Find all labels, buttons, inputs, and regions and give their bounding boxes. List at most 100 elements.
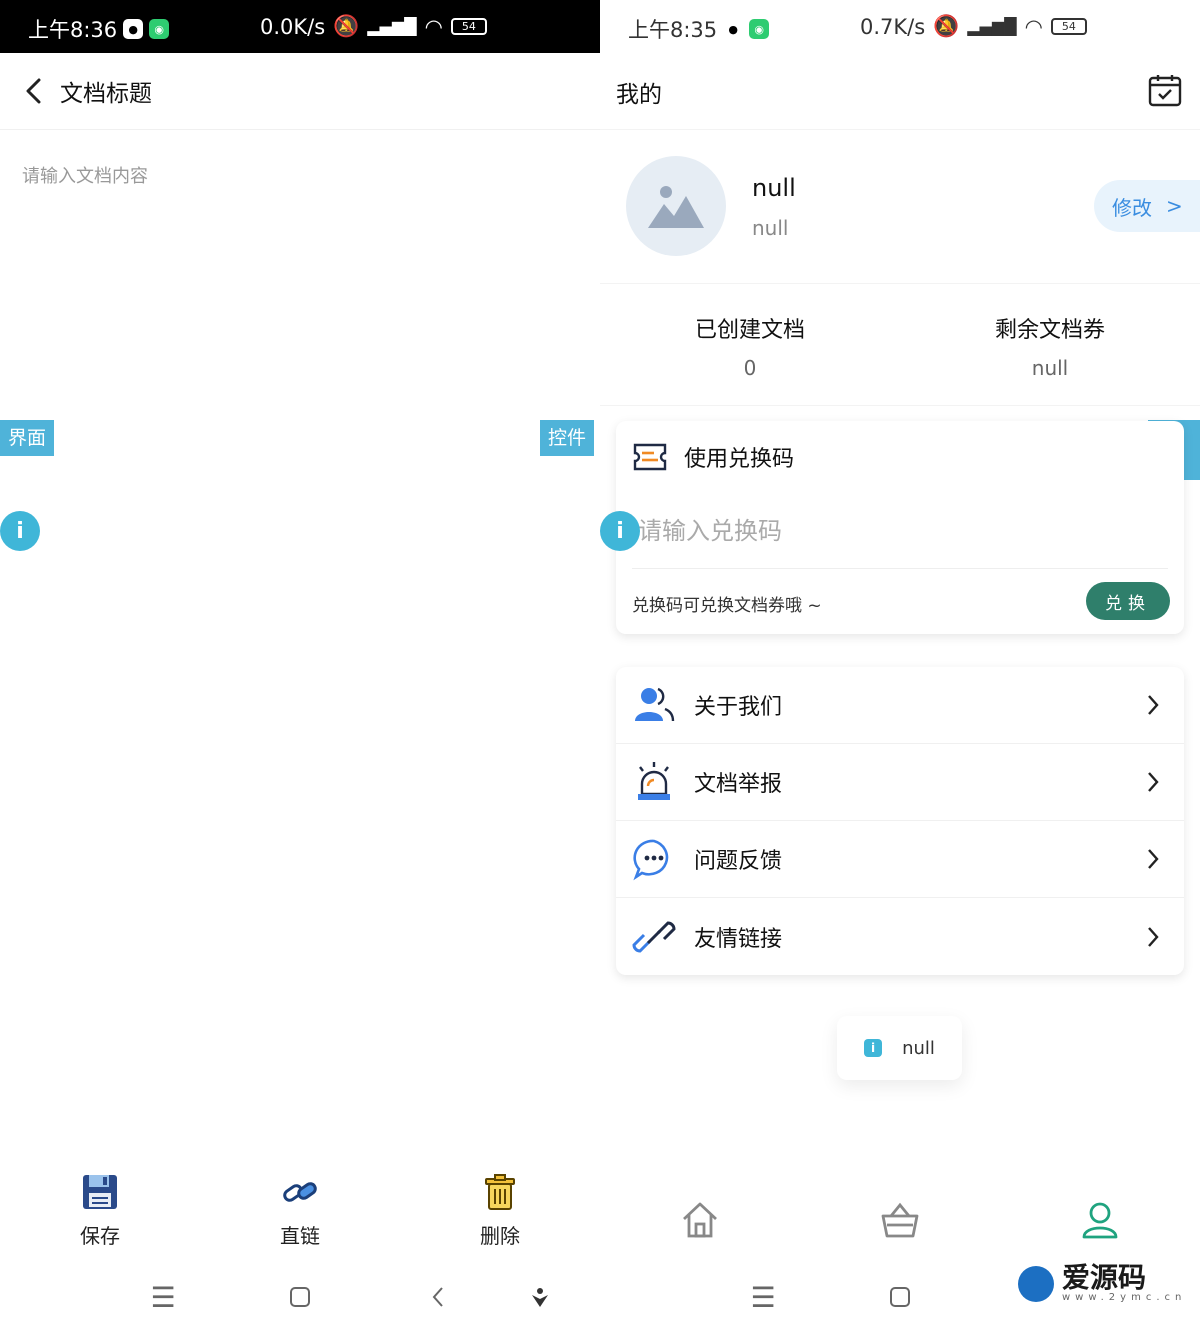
tab-home[interactable] [600, 1180, 800, 1260]
status-time: 上午8:36 [28, 18, 118, 42]
link-icon [283, 1182, 317, 1202]
user-icon [1082, 1202, 1118, 1239]
tab-profile[interactable] [1000, 1180, 1200, 1260]
save-button[interactable]: 保存 [0, 1172, 200, 1262]
stats-row: 已创建文档 0 剩余文档券 null [600, 284, 1200, 406]
status-time-group: 上午8:36 ● ◉ [28, 14, 170, 44]
chevron-right-icon [1148, 772, 1159, 792]
redeem-code-card: 使用兑换码 兑换码可兑换文档券哦 ~ 兑换 [616, 421, 1184, 634]
assistant-icon[interactable] [525, 1282, 555, 1312]
debug-tag-widget[interactable]: 控件 [540, 420, 595, 456]
status-bar: 上午8:36 ● ◉ 0.0K/s 🔕 ▂▄▆█ ◠ 54 [0, 0, 600, 53]
profile-card: null null 修改 > [600, 130, 1200, 284]
menu-item-feedback[interactable]: 问题反馈 [616, 821, 1184, 898]
profile-screen: 上午8:35 ● ◉ 0.7K/s 🔕 ▂▄▆█ ◠ 54 我的 null nu… [600, 0, 1200, 1334]
floppy-save-icon [83, 1175, 117, 1209]
basket-icon [881, 1202, 919, 1238]
wifi-icon: ◠ [424, 14, 443, 39]
trash-icon [485, 1174, 515, 1210]
chevron-right-icon [1148, 849, 1159, 869]
battery-icon: 54 [1050, 18, 1087, 35]
bottom-tab-bar [600, 1180, 1200, 1260]
signal-icon: ▂▄▆█ [967, 17, 1017, 36]
battery-icon: 54 [450, 18, 487, 35]
info-icon: i [864, 1039, 883, 1057]
toast-message: i null [837, 1016, 962, 1080]
direct-link-label: 直链 [280, 1224, 320, 1248]
back-nav-icon[interactable] [423, 1282, 453, 1312]
status-indicators: 0.0K/s 🔕 ▂▄▆█ ◠ 54 [260, 14, 487, 39]
system-nav-bar: ☰ [0, 1262, 600, 1334]
chat-bubble-icon [633, 839, 669, 881]
status-time: 上午8:35 [628, 18, 718, 42]
chevron-left-icon[interactable] [14, 71, 54, 111]
editor-actions: 保存 直链 删除 [0, 1172, 600, 1262]
toast-text: null [902, 1037, 935, 1059]
menu-label: 问题反馈 [694, 849, 783, 874]
watermark-logo-icon [1018, 1265, 1054, 1302]
direct-link-button[interactable]: 直链 [200, 1172, 400, 1262]
stat-label: 剩余文档券 [994, 318, 1105, 343]
stat-value: 0 [743, 356, 757, 380]
stat-remaining-vouchers[interactable]: 剩余文档券 null [900, 284, 1200, 405]
menu-item-links[interactable]: 友情链接 [616, 898, 1184, 975]
menu-label: 文档举报 [694, 772, 783, 797]
info-floating-icon[interactable]: i [600, 511, 640, 551]
status-indicators: 0.7K/s 🔕 ▂▄▆█ ◠ 54 [860, 14, 1087, 39]
link-icon [632, 920, 676, 953]
menu-icon[interactable]: ☰ [748, 1281, 778, 1314]
image-placeholder-icon [648, 186, 704, 228]
delete-label: 删除 [480, 1224, 520, 1248]
stat-label: 已创建文档 [694, 318, 805, 343]
home-square-icon[interactable] [885, 1282, 915, 1312]
avatar[interactable] [626, 156, 726, 256]
menu-item-report[interactable]: 文档举报 [616, 744, 1184, 821]
menu-label: 关于我们 [694, 695, 783, 720]
edit-profile-button[interactable]: 修改 > [1094, 180, 1200, 232]
chevron-right-icon [1148, 695, 1159, 715]
watermark: 爱源码 www.2ymc.cn [1018, 1264, 1186, 1303]
ticket-icon [633, 443, 667, 471]
qq-icon: ● [123, 19, 144, 39]
redeem-code-input[interactable] [638, 509, 1158, 553]
editor-header: 文档标题 [0, 53, 600, 130]
document-content-input[interactable]: 请输入文档内容 [22, 162, 148, 188]
profile-header: 我的 [600, 53, 1200, 130]
network-speed: 0.0K/s [260, 14, 326, 39]
document-title[interactable]: 文档标题 [60, 74, 152, 108]
info-floating-icon[interactable]: i [0, 511, 40, 551]
qq-icon: ● [728, 22, 738, 36]
edit-label: 修改 [1112, 195, 1152, 220]
home-icon [683, 1202, 717, 1238]
menu-list: 关于我们 文档举报 问题反馈 友情链接 [616, 667, 1184, 975]
mute-bell-icon: 🔕 [933, 14, 960, 38]
watermark-text-group: 爱源码 www.2ymc.cn [1062, 1264, 1186, 1304]
editor-screen: 上午8:36 ● ◉ 0.0K/s 🔕 ▂▄▆█ ◠ 54 文档标题 请输入文档… [0, 0, 600, 1334]
menu-item-about[interactable]: 关于我们 [616, 667, 1184, 744]
chevron-right-icon [1148, 926, 1159, 947]
chevron-right-icon: > [1166, 194, 1183, 218]
status-time-group: 上午8:35 ● ◉ [628, 14, 770, 44]
signal-icon: ▂▄▆█ [367, 17, 417, 36]
redeem-button[interactable]: 兑换 [1086, 582, 1170, 620]
user-name: null [752, 174, 796, 202]
debug-tag-ui[interactable]: 界面 [0, 420, 55, 456]
alarm-icon [638, 762, 670, 800]
save-label: 保存 [80, 1224, 120, 1248]
users-icon [635, 687, 675, 722]
status-bar: 上午8:35 ● ◉ 0.7K/s 🔕 ▂▄▆█ ◠ 54 [600, 0, 1200, 53]
network-speed: 0.7K/s [860, 14, 926, 39]
shield-icon: ◉ [149, 19, 170, 39]
stat-value: null [1031, 356, 1069, 380]
delete-button[interactable]: 删除 [400, 1172, 600, 1262]
redeem-header: 使用兑换码 [632, 441, 794, 473]
page-title: 我的 [616, 82, 662, 108]
divider [632, 568, 1168, 569]
stat-created-docs[interactable]: 已创建文档 0 [600, 284, 900, 405]
home-square-icon[interactable] [285, 1282, 315, 1312]
tab-basket[interactable] [800, 1180, 1000, 1260]
menu-icon[interactable]: ☰ [148, 1281, 178, 1314]
mute-bell-icon: 🔕 [333, 14, 360, 38]
calendar-check-icon[interactable] [1148, 73, 1182, 107]
shield-icon: ◉ [749, 19, 770, 39]
